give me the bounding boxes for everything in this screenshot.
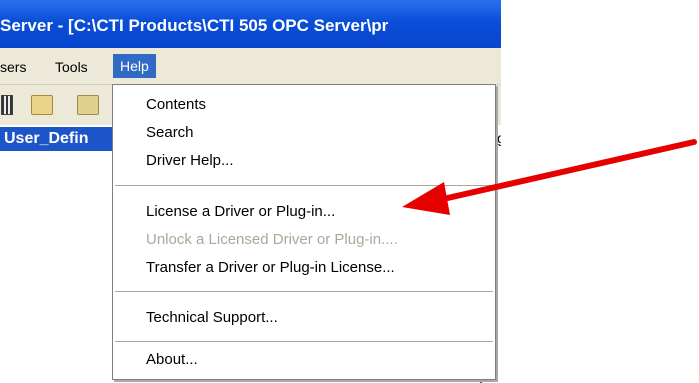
menu-item-contents[interactable]: Contents	[146, 94, 206, 116]
menu-users[interactable]: sers	[0, 55, 26, 79]
arrow-shaft	[427, 139, 697, 205]
menu-separator	[115, 341, 493, 342]
menu-item-about[interactable]: About...	[146, 349, 198, 371]
window-title-bar: Server - [C:\CTI Products\CTI 505 OPC Se…	[0, 0, 501, 48]
menu-item-license-driver[interactable]: License a Driver or Plug-in...	[146, 201, 335, 223]
arrow-head	[402, 182, 450, 215]
menu-tools[interactable]: Tools	[55, 55, 88, 79]
tree-selected-node[interactable]: User_Defin	[0, 127, 116, 151]
annotation-arrow-icon	[402, 139, 697, 215]
open-folder-icon[interactable]	[31, 95, 53, 115]
menu-bar: sers Tools Help	[0, 48, 501, 85]
window-title: Server - [C:\CTI Products\CTI 505 OPC Se…	[0, 16, 389, 35]
menu-separator	[115, 291, 493, 292]
menu-item-unlock-driver: Unlock a Licensed Driver or Plug-in....	[146, 231, 398, 248]
tree-icon[interactable]	[1, 95, 13, 115]
menu-item-search[interactable]: Search	[146, 122, 194, 144]
menu-item-technical-support[interactable]: Technical Support...	[146, 307, 278, 329]
folder-icon[interactable]	[77, 95, 99, 115]
menu-item-transfer-license[interactable]: Transfer a Driver or Plug-in License...	[146, 257, 395, 279]
menu-help[interactable]: Help	[113, 54, 156, 78]
menu-item-driver-help[interactable]: Driver Help...	[146, 150, 234, 172]
